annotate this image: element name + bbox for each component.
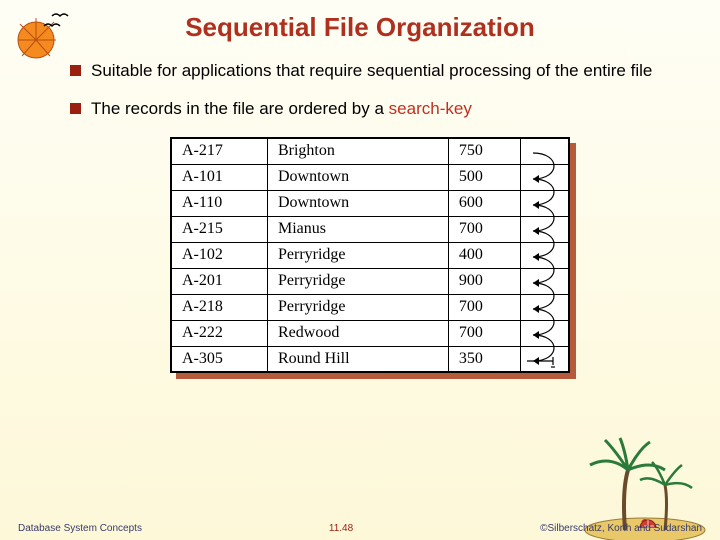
footer-copyright: ©Silberschatz, Korth and Sudarshan [540, 523, 702, 534]
bullet-1: Suitable for applications that require s… [70, 61, 670, 81]
sun-birds-decoration [6, 8, 76, 63]
record-value: 400 [448, 242, 520, 268]
footer-page-number: 11.48 [329, 523, 353, 534]
slide-title: Sequential File Organization [0, 0, 720, 43]
bullet-1-text: Suitable for applications that require s… [91, 61, 652, 81]
record-value: 700 [448, 216, 520, 242]
table-row: A-218Perryridge700 [171, 294, 569, 320]
table-row: A-222Redwood700 [171, 320, 569, 346]
record-location: Perryridge [267, 294, 448, 320]
table-row: A-102Perryridge400 [171, 242, 569, 268]
table-row: A-217Brighton750 [171, 138, 569, 164]
record-value: 900 [448, 268, 520, 294]
record-id: A-201 [171, 268, 267, 294]
bullet-2: The records in the file are ordered by a… [70, 99, 670, 119]
record-pointer [521, 138, 569, 164]
record-id: A-101 [171, 164, 267, 190]
record-value: 700 [448, 294, 520, 320]
record-location: Mianus [267, 216, 448, 242]
record-pointer [521, 294, 569, 320]
record-pointer [521, 216, 569, 242]
record-value: 600 [448, 190, 520, 216]
footer: Database System Concepts 11.48 ©Silbersc… [0, 523, 720, 534]
record-id: A-215 [171, 216, 267, 242]
content-area: Suitable for applications that require s… [0, 43, 720, 373]
record-location: Brighton [267, 138, 448, 164]
record-pointer [521, 242, 569, 268]
record-value: 350 [448, 346, 520, 372]
record-id: A-218 [171, 294, 267, 320]
search-key-keyword: search-key [389, 99, 472, 118]
bullet-2-text: The records in the file are ordered by a… [91, 99, 472, 119]
bullet-marker-icon [70, 103, 81, 114]
record-location: Downtown [267, 190, 448, 216]
record-location: Downtown [267, 164, 448, 190]
record-pointer [521, 190, 569, 216]
record-location: Perryridge [267, 268, 448, 294]
records-table: A-217Brighton750A-101Downtown500A-110Dow… [170, 137, 570, 373]
record-id: A-217 [171, 138, 267, 164]
record-id: A-222 [171, 320, 267, 346]
record-location: Redwood [267, 320, 448, 346]
record-location: Perryridge [267, 242, 448, 268]
record-pointer [521, 346, 569, 372]
record-id: A-305 [171, 346, 267, 372]
bullet-marker-icon [70, 65, 81, 76]
record-value: 750 [448, 138, 520, 164]
record-id: A-110 [171, 190, 267, 216]
table-row: A-101Downtown500 [171, 164, 569, 190]
record-pointer [521, 320, 569, 346]
record-pointer [521, 164, 569, 190]
table-row: A-110Downtown600 [171, 190, 569, 216]
record-value: 700 [448, 320, 520, 346]
record-value: 500 [448, 164, 520, 190]
record-pointer [521, 268, 569, 294]
record-id: A-102 [171, 242, 267, 268]
record-location: Round Hill [267, 346, 448, 372]
records-figure: A-217Brighton750A-101Downtown500A-110Dow… [170, 137, 570, 373]
table-row: A-215Mianus700 [171, 216, 569, 242]
table-row: A-201Perryridge900 [171, 268, 569, 294]
table-row: A-305Round Hill350 [171, 346, 569, 372]
footer-left: Database System Concepts [18, 523, 142, 534]
